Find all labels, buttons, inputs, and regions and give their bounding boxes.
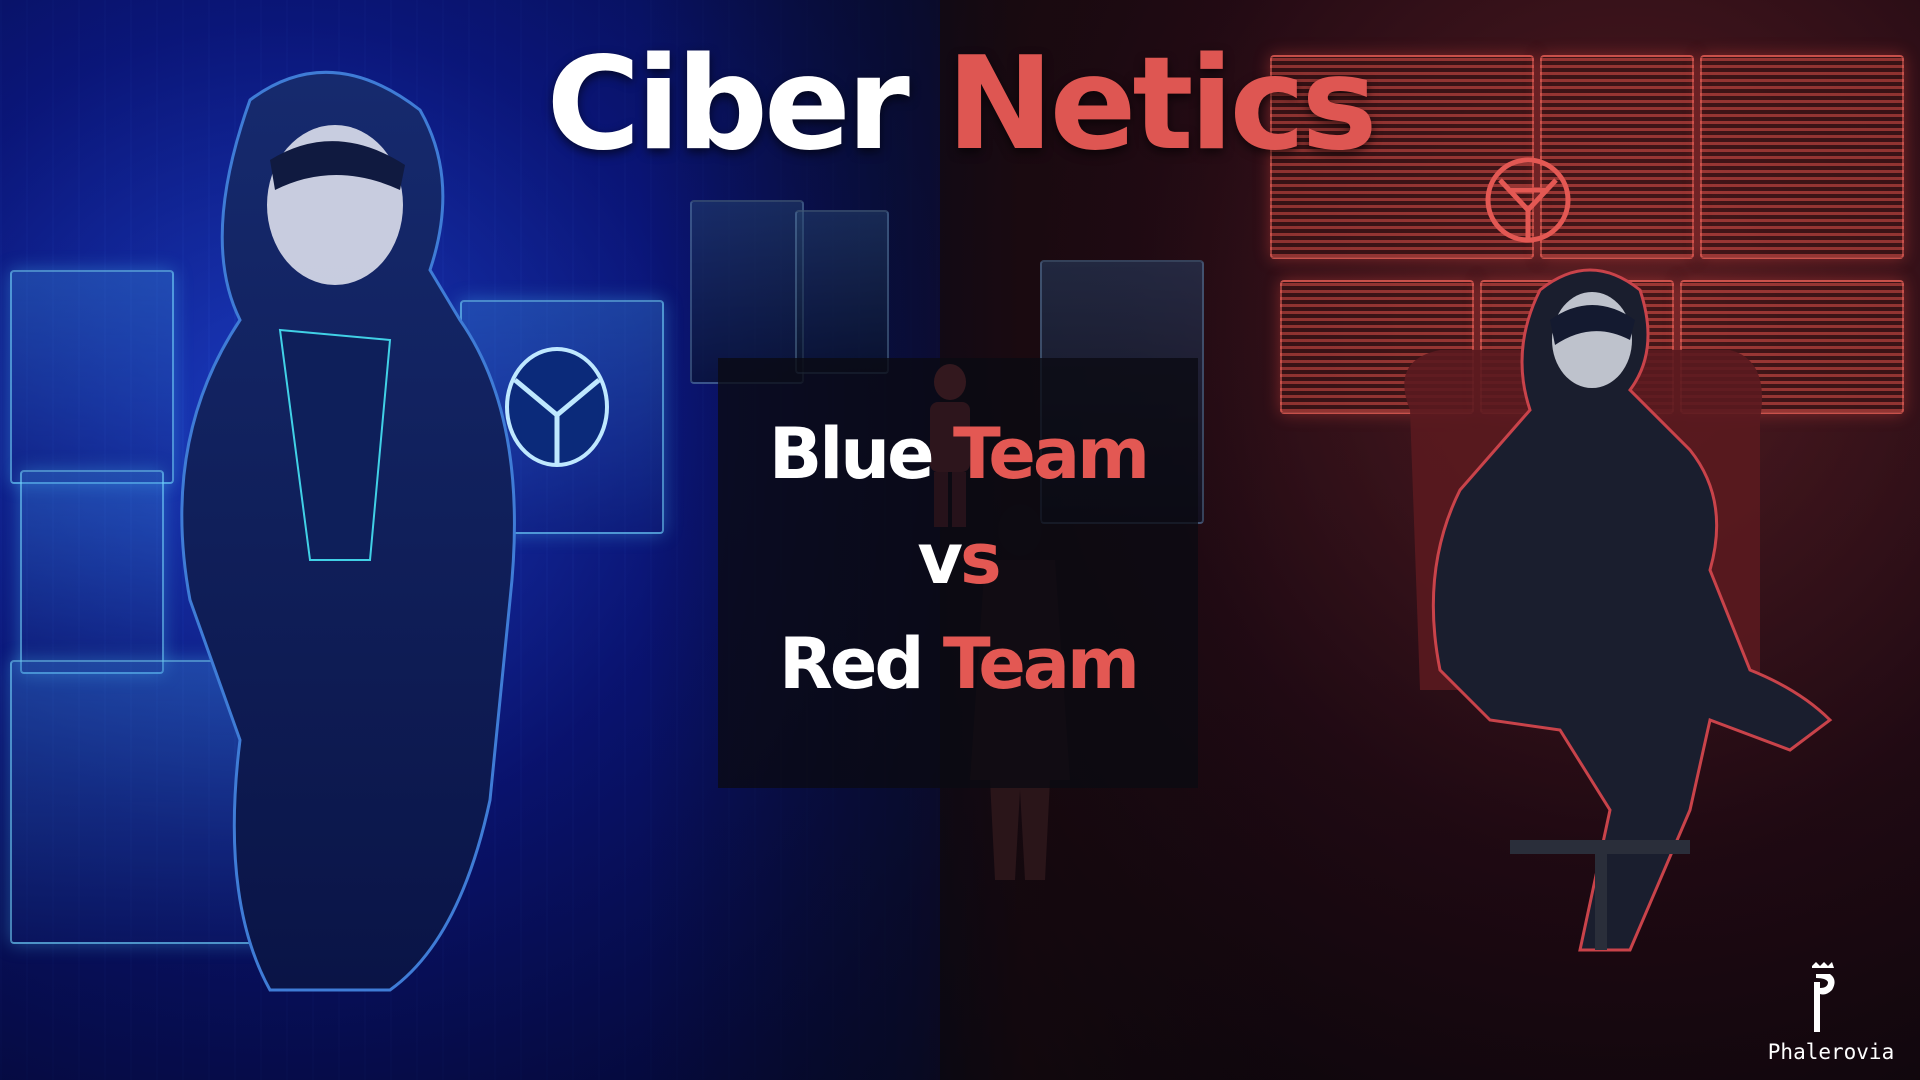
blue-team-hacker xyxy=(180,70,516,992)
vs-s: s xyxy=(959,518,1002,600)
title-netics: Netics xyxy=(946,30,1377,179)
server-monitor xyxy=(690,200,804,384)
poster: Ciber Netics Blue Team vs Red Team Phale… xyxy=(0,0,1920,1080)
vs-line: vs xyxy=(718,518,1198,600)
title-ciber: Ciber xyxy=(546,30,910,179)
versus-box: Blue Team vs Red Team xyxy=(718,358,1198,788)
red-team-hacker xyxy=(1404,268,1833,952)
blue-word: Blue xyxy=(768,413,935,495)
poster-title: Ciber Netics xyxy=(0,30,1920,180)
team-word: Team xyxy=(942,623,1140,705)
server-monitor xyxy=(795,210,889,374)
vs-v: v xyxy=(917,518,963,600)
blue-team-line: Blue Team xyxy=(718,413,1198,495)
team-word: Team xyxy=(952,413,1150,495)
red-word: Red xyxy=(779,623,924,705)
phalerovia-logo-icon xyxy=(1812,962,1835,1032)
red-team-line: Red Team xyxy=(718,623,1198,705)
watermark-text: Phalerovia xyxy=(1767,1040,1895,1064)
